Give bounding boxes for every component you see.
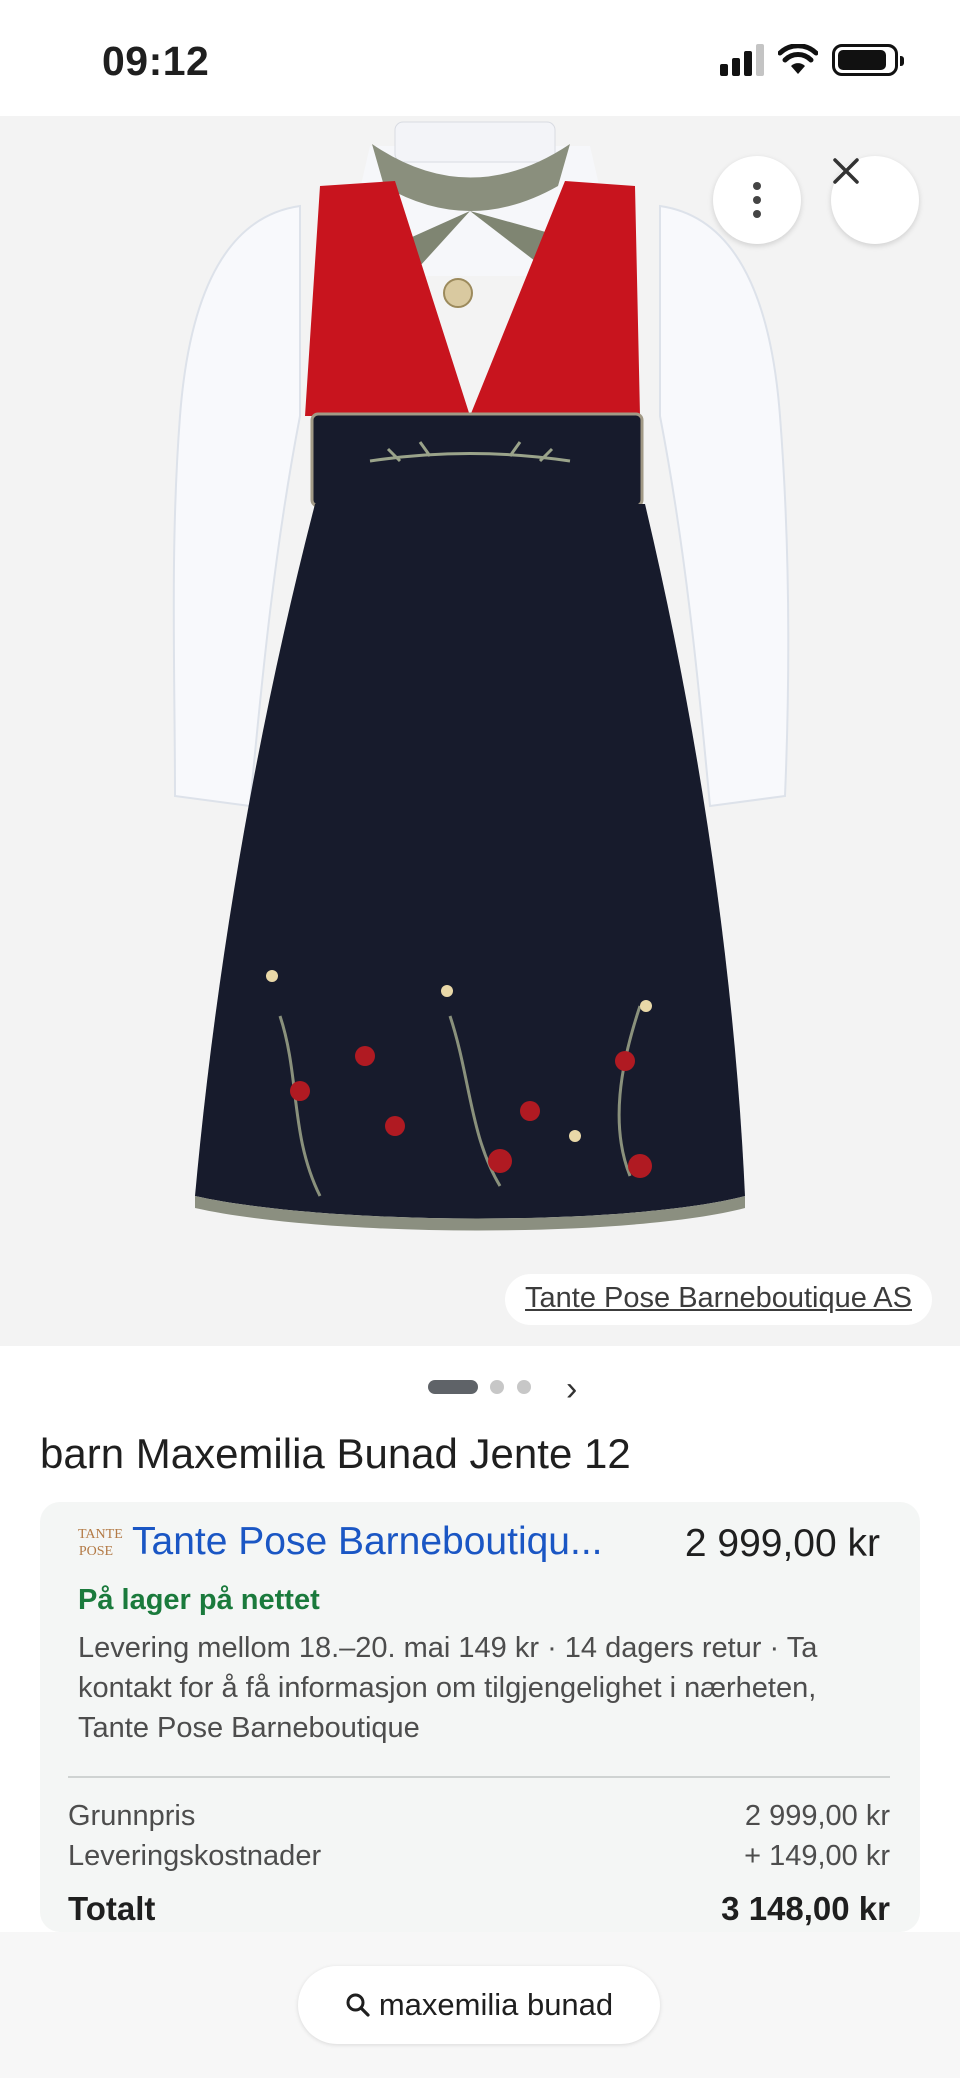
delivery-info: Levering mellom 18.–20. mai 149 kr · 14 …: [78, 1632, 818, 1744]
pager-dot[interactable]: [490, 1380, 504, 1394]
merchant-logo: TANTE POSE: [78, 1527, 123, 1559]
shipping-value: + 149,00 kr: [744, 1840, 890, 1872]
shipping-row: Leveringskostnader + 149,00 kr: [68, 1840, 890, 1873]
more-options-button[interactable]: [713, 156, 801, 244]
product-viewer-page: 09:12 Tante Pose Barneboutique AS › barn…: [0, 0, 960, 2078]
search-query-text: maxemilia bunad: [378, 1987, 614, 2022]
more-vert-icon: [753, 182, 761, 218]
search-icon: [346, 1993, 370, 2017]
merchant-link[interactable]: Tante Pose Barneboutiqu...: [132, 1520, 603, 1564]
battery-icon: [832, 44, 904, 76]
chevron-right-icon[interactable]: ›: [566, 1370, 577, 1409]
wifi-icon: [778, 44, 818, 74]
total-value: 3 148,00 kr: [721, 1890, 890, 1927]
product-title: barn Maxemilia Bunad Jente 12: [40, 1430, 631, 1477]
shipping-label: Leveringskostnader: [68, 1840, 322, 1872]
base-price-label: Grunnpris: [68, 1800, 196, 1832]
cellular-signal-icon: [720, 44, 764, 76]
status-time: 09:12: [102, 38, 210, 84]
offer-price: 2 999,00 kr: [684, 1522, 880, 1565]
search-query-pill[interactable]: maxemilia bunad: [298, 1966, 660, 2044]
close-button[interactable]: [831, 156, 919, 244]
pager-dot-active[interactable]: [428, 1380, 478, 1394]
status-icons: [720, 44, 904, 76]
divider: [68, 1776, 890, 1778]
offer-card[interactable]: TANTE POSE Tante Pose Barneboutiqu... 2 …: [40, 1502, 920, 1932]
base-price-value: 2 999,00 kr: [744, 1800, 890, 1832]
total-label: Totalt: [68, 1890, 156, 1927]
product-image[interactable]: Tante Pose Barneboutique AS: [0, 116, 960, 1346]
image-source-link[interactable]: Tante Pose Barneboutique AS: [505, 1274, 932, 1325]
bunad-dress-illustration: [172, 121, 790, 1231]
status-bar: 09:12: [0, 0, 960, 116]
base-price-row: Grunnpris 2 999,00 kr: [68, 1800, 890, 1833]
close-icon: [833, 158, 859, 184]
image-pager: ›: [0, 1368, 960, 1408]
stock-status: På lager på nettet: [78, 1584, 320, 1616]
pager-dot[interactable]: [517, 1380, 531, 1394]
total-row: Totalt 3 148,00 kr: [68, 1890, 890, 1928]
